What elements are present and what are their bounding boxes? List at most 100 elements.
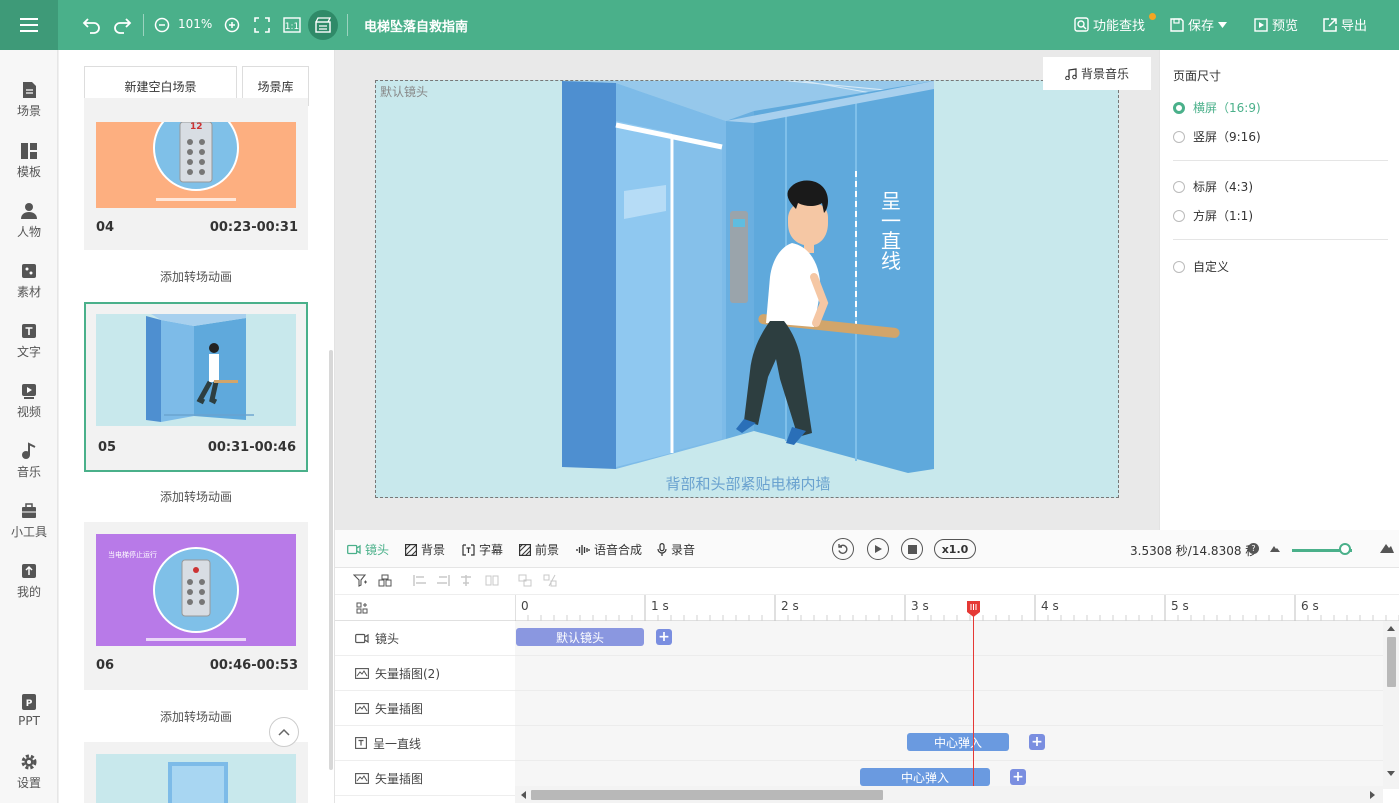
stop-button[interactable]: [901, 538, 923, 560]
export-button[interactable]: 导出: [1323, 15, 1367, 34]
ruler-label: 2 s: [781, 599, 799, 613]
video-icon: [22, 384, 36, 399]
page-size-option-standard[interactable]: 标屏（4:3): [1173, 178, 1253, 195]
scroll-down-arrow-icon[interactable]: [1387, 771, 1395, 777]
tab-recording[interactable]: 录音: [657, 541, 695, 558]
gear-icon: [21, 754, 37, 770]
material-icon: [22, 264, 36, 278]
track-label[interactable]: 矢量插图: [335, 691, 515, 726]
help-icon[interactable]: ?: [1248, 543, 1259, 554]
redo-button[interactable]: [110, 13, 134, 37]
tab-background[interactable]: 背景: [405, 541, 445, 558]
zoom-out-button[interactable]: [150, 13, 174, 37]
add-animation-button[interactable]: +: [1029, 734, 1045, 750]
playhead-marker[interactable]: [967, 601, 980, 617]
nav-music[interactable]: 音乐: [0, 442, 58, 480]
time-ruler-row: 0 1 s 2 s 3 s 4 s 5 s 6 s: [335, 595, 1399, 621]
mountain-small-icon[interactable]: [1270, 544, 1280, 552]
layers-icon[interactable]: [378, 574, 392, 587]
timeline-clip[interactable]: 中心弹入: [860, 768, 990, 786]
scene-card-06[interactable]: 当电梯停止运行 06 00:46-00:53: [84, 522, 308, 690]
tracks-icon[interactable]: [356, 602, 368, 614]
zoom-in-button[interactable]: [220, 13, 244, 37]
horizontal-scrollbar[interactable]: [515, 786, 1383, 803]
track-lane[interactable]: [515, 656, 1383, 691]
scroll-to-top-button[interactable]: [269, 717, 299, 747]
timeline-clip[interactable]: 默认镜头: [516, 628, 644, 646]
tab-subtitle[interactable]: 字幕: [462, 541, 503, 558]
filter-icon[interactable]: [353, 574, 367, 587]
playback-speed-button[interactable]: x1.0: [934, 539, 976, 559]
nav-material[interactable]: 素材: [0, 262, 58, 300]
track-lane[interactable]: 中心弹入 +: [515, 726, 1383, 761]
tab-label: 前景: [535, 543, 560, 557]
fit-screen-button[interactable]: [250, 13, 274, 37]
actual-size-button[interactable]: 1:1: [280, 13, 304, 37]
track-label[interactable]: 矢量插图: [335, 761, 515, 796]
page-size-option-landscape[interactable]: 横屏（16:9): [1173, 99, 1261, 116]
scene-card-04[interactable]: 12 04 00:23-00:31: [84, 98, 308, 250]
nav-video-label: 视频: [16, 405, 41, 419]
nav-text[interactable]: 文字: [0, 322, 58, 360]
nav-scene-label: 场景: [16, 104, 41, 118]
save-button[interactable]: 保存: [1170, 15, 1228, 34]
nav-settings-label: 设置: [16, 776, 41, 790]
preview-button[interactable]: 预览: [1254, 15, 1298, 34]
add-transition-link[interactable]: 添加转场动画: [84, 268, 308, 285]
nav-tools[interactable]: 小工具: [0, 502, 58, 540]
nav-settings[interactable]: 设置: [0, 753, 58, 791]
tab-lens[interactable]: 镜头: [347, 541, 389, 558]
background-music-button[interactable]: 背景音乐: [1043, 57, 1151, 90]
clapperboard-button[interactable]: [308, 10, 338, 40]
stage-caption[interactable]: 背部和头部紧贴电梯内墙: [376, 473, 1120, 494]
nav-tools-label: 小工具: [10, 525, 47, 539]
menu-button[interactable]: [0, 0, 58, 50]
stop-icon: [907, 544, 917, 554]
timeline-clip[interactable]: 中心弹入: [907, 733, 1009, 751]
document-title[interactable]: 电梯坠落自救指南: [364, 16, 468, 35]
function-search-button[interactable]: 功能查找: [1074, 15, 1145, 34]
tab-speech-synthesis[interactable]: 语音合成: [576, 541, 642, 558]
page-size-option-portrait[interactable]: 竖屏（9:16): [1173, 128, 1261, 145]
nav-template[interactable]: 模板: [0, 142, 58, 180]
track-label[interactable]: 呈一直线: [335, 726, 515, 761]
nav-mine[interactable]: 我的: [0, 562, 58, 600]
track-lane[interactable]: [515, 691, 1383, 726]
play-button[interactable]: [867, 538, 889, 560]
add-transition-link[interactable]: 添加转场动画: [84, 488, 308, 505]
scene-card-05[interactable]: 05 00:31-00:46: [84, 302, 308, 472]
nav-template-label: 模板: [16, 165, 41, 179]
nav-character[interactable]: 人物: [0, 202, 58, 240]
scroll-up-arrow-icon[interactable]: [1387, 625, 1395, 631]
track-label[interactable]: 矢量插图(2): [335, 656, 515, 691]
vertical-scrollbar-thumb[interactable]: [1387, 637, 1396, 687]
scroll-left-arrow-icon[interactable]: [520, 791, 526, 799]
zoom-slider-knob[interactable]: [1339, 543, 1351, 555]
track-lane[interactable]: 默认镜头 +: [515, 621, 1383, 656]
tab-foreground[interactable]: 前景: [519, 541, 559, 558]
track-label[interactable]: 镜头: [335, 621, 515, 656]
zoom-in-icon: [224, 17, 240, 33]
undo-button[interactable]: [80, 13, 104, 37]
nav-video[interactable]: 视频: [0, 382, 58, 420]
time-ruler[interactable]: 0 1 s 2 s 3 s 4 s 5 s 6 s: [515, 595, 1399, 621]
page-size-option-custom[interactable]: 自定义: [1173, 258, 1229, 275]
scroll-right-arrow-icon[interactable]: [1370, 791, 1376, 799]
vertical-scrollbar[interactable]: [1383, 621, 1399, 789]
stage[interactable]: 默认镜头 呈 一 直 线 背部和头部紧贴电梯内墙: [375, 80, 1119, 498]
vertical-text[interactable]: 呈 一 直 线: [879, 191, 903, 271]
add-animation-button[interactable]: +: [1010, 769, 1026, 785]
replay-button[interactable]: [832, 538, 854, 560]
mountain-large-icon[interactable]: [1380, 543, 1394, 553]
nav-mine-label: 我的: [16, 585, 41, 599]
scene-scrollbar[interactable]: [329, 350, 333, 770]
add-animation-button[interactable]: +: [656, 629, 672, 645]
track-name: 矢量插图(2): [375, 666, 440, 681]
nav-ppt[interactable]: P PPT: [0, 693, 58, 728]
elevator-illustration[interactable]: [376, 81, 1120, 499]
scene-card-07[interactable]: [84, 742, 308, 803]
page-size-option-square[interactable]: 方屏（1:1): [1173, 207, 1253, 224]
zoom-out-icon: [154, 17, 170, 33]
horizontal-scrollbar-thumb[interactable]: [531, 790, 883, 800]
nav-scene[interactable]: 场景: [0, 81, 58, 119]
